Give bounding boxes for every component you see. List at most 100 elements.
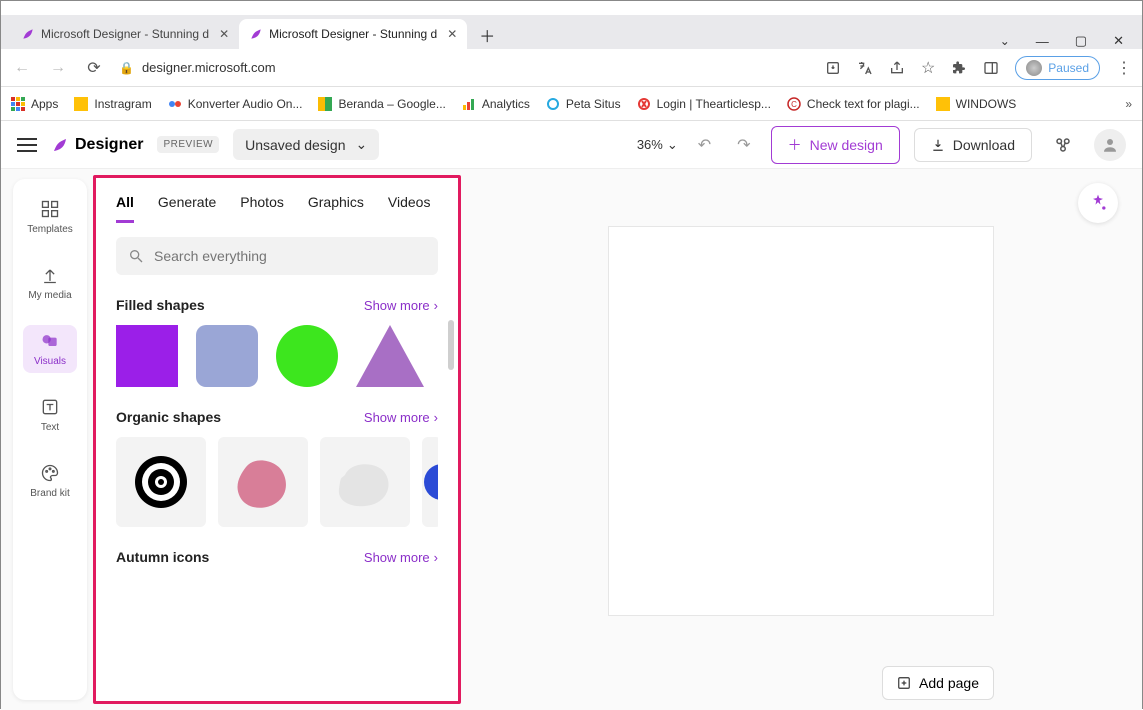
site-icon bbox=[546, 97, 560, 111]
back-button[interactable]: ← bbox=[11, 57, 33, 79]
bookmark-item[interactable]: Login | Thearticlesp... bbox=[637, 97, 771, 111]
maximize-icon[interactable]: ▢ bbox=[1075, 33, 1087, 49]
bookmark-item[interactable]: WINDOWS bbox=[936, 97, 1017, 111]
rail-text[interactable]: Text bbox=[23, 391, 77, 439]
settings-button[interactable] bbox=[1046, 128, 1080, 162]
hamburger-menu-button[interactable] bbox=[17, 138, 37, 152]
zoom-value: 36% bbox=[637, 137, 663, 152]
organic-shape-card[interactable] bbox=[218, 437, 308, 527]
window-controls: ⌄ ― ▢ ✕ bbox=[1000, 33, 1142, 49]
panel-tab-generate[interactable]: Generate bbox=[158, 194, 216, 223]
new-design-button[interactable]: ＋ New design bbox=[771, 126, 900, 164]
preview-badge: PREVIEW bbox=[157, 136, 219, 153]
shape-rounded-square[interactable] bbox=[196, 325, 258, 387]
reload-button[interactable]: ⟳ bbox=[83, 57, 105, 79]
search-input[interactable] bbox=[116, 237, 438, 275]
add-page-label: Add page bbox=[919, 675, 979, 691]
panel-tabs: All Generate Photos Graphics Videos bbox=[116, 194, 438, 223]
add-page-button[interactable]: Add page bbox=[882, 666, 994, 700]
show-more-link[interactable]: Show more› bbox=[364, 550, 438, 565]
bookmark-label: Peta Situs bbox=[566, 97, 621, 111]
download-label: Download bbox=[953, 137, 1015, 153]
design-name-dropdown[interactable]: Unsaved design ⌄ bbox=[233, 129, 379, 160]
apps-icon bbox=[11, 97, 25, 111]
omnibox[interactable]: 🔒 designer.microsoft.com bbox=[119, 53, 679, 83]
translate-icon[interactable] bbox=[857, 60, 873, 76]
visuals-icon bbox=[40, 331, 60, 351]
rail-templates[interactable]: Templates bbox=[23, 193, 77, 241]
bookmark-item[interactable]: Konverter Audio On... bbox=[168, 97, 303, 111]
minimize-icon[interactable]: ― bbox=[1036, 34, 1049, 49]
panel-scrollbar[interactable] bbox=[448, 320, 454, 370]
address-bar: ← → ⟳ 🔒 designer.microsoft.com ☆ Paused … bbox=[1, 49, 1142, 87]
star-icon[interactable]: ☆ bbox=[921, 58, 935, 78]
close-icon[interactable]: ✕ bbox=[219, 27, 229, 41]
design-canvas[interactable] bbox=[609, 227, 993, 615]
forward-button[interactable]: → bbox=[47, 57, 69, 79]
organic-shape-card[interactable] bbox=[116, 437, 206, 527]
bookmark-item[interactable]: CCheck text for plagi... bbox=[787, 97, 920, 111]
kebab-menu-icon[interactable]: ⋮ bbox=[1116, 58, 1132, 78]
tab-title: Microsoft Designer - Stunning d bbox=[269, 27, 437, 41]
shape-circle[interactable] bbox=[276, 325, 338, 387]
bookmarks-overflow-icon[interactable]: » bbox=[1125, 97, 1132, 111]
profile-paused-chip[interactable]: Paused bbox=[1015, 56, 1100, 80]
organic-shape-card[interactable] bbox=[422, 437, 438, 527]
new-tab-button[interactable]: ＋ bbox=[473, 21, 501, 49]
chevron-down-icon[interactable]: ⌄ bbox=[1000, 34, 1010, 48]
app-brand[interactable]: Designer bbox=[51, 136, 143, 154]
rail-label: Text bbox=[41, 422, 59, 433]
sidepanel-icon[interactable] bbox=[983, 60, 999, 76]
bookmark-label: WINDOWS bbox=[956, 97, 1017, 111]
share-icon[interactable] bbox=[889, 60, 905, 76]
shape-square[interactable] bbox=[116, 325, 178, 387]
account-avatar[interactable] bbox=[1094, 129, 1126, 161]
panel-tab-graphics[interactable]: Graphics bbox=[308, 194, 364, 223]
folder-icon bbox=[936, 97, 950, 111]
extensions-icon[interactable] bbox=[951, 60, 967, 76]
panel-tab-videos[interactable]: Videos bbox=[388, 194, 431, 223]
bookmark-item[interactable]: Peta Situs bbox=[546, 97, 621, 111]
download-icon bbox=[931, 138, 945, 152]
rail-brand-kit[interactable]: Brand kit bbox=[23, 457, 77, 505]
download-button[interactable]: Download bbox=[914, 128, 1032, 162]
site-icon bbox=[462, 97, 476, 111]
install-app-icon[interactable] bbox=[825, 60, 841, 76]
shape-triangle[interactable] bbox=[356, 325, 424, 387]
undo-button[interactable]: ↶ bbox=[692, 135, 717, 155]
site-icon bbox=[637, 97, 651, 111]
bookmark-item[interactable]: Analytics bbox=[462, 97, 530, 111]
section-title: Autumn icons bbox=[116, 549, 209, 565]
paused-label: Paused bbox=[1048, 61, 1089, 75]
bookmark-item[interactable]: Instragram bbox=[74, 97, 151, 111]
close-icon[interactable]: ✕ bbox=[447, 27, 457, 41]
rail-my-media[interactable]: My media bbox=[23, 259, 77, 307]
panel-tab-all[interactable]: All bbox=[116, 194, 134, 223]
rail-visuals[interactable]: Visuals bbox=[23, 325, 77, 373]
avatar-icon bbox=[1026, 60, 1042, 76]
browser-tab[interactable]: Microsoft Designer - Stunning d ✕ bbox=[239, 19, 467, 49]
bookmark-label: Analytics bbox=[482, 97, 530, 111]
browser-tabstrip: Microsoft Designer - Stunning d ✕ Micros… bbox=[1, 15, 1142, 49]
close-window-icon[interactable]: ✕ bbox=[1113, 33, 1124, 49]
bookmark-label: Konverter Audio On... bbox=[188, 97, 303, 111]
bookmark-label: Instragram bbox=[94, 97, 151, 111]
bookmark-item[interactable]: Beranda – Google... bbox=[318, 97, 445, 111]
ai-assist-button[interactable] bbox=[1078, 183, 1118, 223]
chevron-down-icon: ⌄ bbox=[356, 136, 368, 153]
bookmark-apps[interactable]: Apps bbox=[11, 97, 58, 111]
show-more-link[interactable]: Show more› bbox=[364, 298, 438, 313]
organic-shape-card[interactable] bbox=[320, 437, 410, 527]
new-design-label: New design bbox=[810, 137, 883, 153]
section-title: Organic shapes bbox=[116, 409, 221, 425]
panel-tab-photos[interactable]: Photos bbox=[240, 194, 284, 223]
redo-button[interactable]: ↷ bbox=[731, 135, 756, 155]
browser-tab[interactable]: Microsoft Designer - Stunning d ✕ bbox=[11, 19, 239, 49]
show-more-link[interactable]: Show more› bbox=[364, 410, 438, 425]
favicon-icon bbox=[249, 27, 263, 41]
zoom-control[interactable]: 36% ⌄ bbox=[637, 137, 678, 153]
search-field[interactable] bbox=[154, 248, 426, 264]
bookmarks-bar: Apps Instragram Konverter Audio On... Be… bbox=[1, 87, 1142, 121]
page-url: designer.microsoft.com bbox=[142, 60, 276, 75]
palette-icon bbox=[40, 463, 60, 483]
